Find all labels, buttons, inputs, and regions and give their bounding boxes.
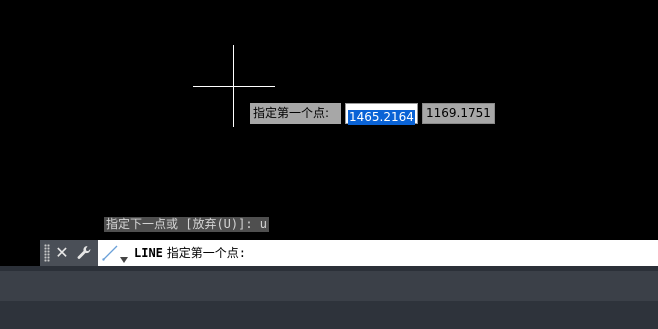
dynamic-input-x-field[interactable]: 1465.2164	[345, 103, 418, 125]
command-name: LINE	[134, 246, 163, 260]
command-input-area[interactable]: LINE 指定第一个点:	[98, 240, 658, 266]
wrench-icon[interactable]	[74, 243, 94, 263]
layout-tabs-bar	[0, 271, 658, 301]
crosshair-horizontal	[193, 86, 275, 87]
close-icon[interactable]: ✕	[54, 243, 70, 263]
status-area	[0, 266, 658, 329]
command-prompt: 指定第一个点:	[166, 246, 246, 260]
status-bar	[0, 301, 658, 329]
command-line-text[interactable]: LINE 指定第一个点:	[134, 240, 246, 266]
command-line-tools: ✕	[40, 240, 98, 266]
command-line-bar: ✕ LINE 指定第一个点:	[40, 240, 658, 266]
dynamic-input-y-field[interactable]: 1169.1751	[422, 103, 495, 124]
crosshair-vertical	[233, 45, 234, 127]
grip-icon[interactable]	[44, 244, 50, 262]
drawing-canvas[interactable]: 指定第一个点: 1465.2164 1169.1751 指定下一点或 [放弃(U…	[0, 0, 658, 240]
command-history-line: 指定下一点或 [放弃(U)]: u	[104, 217, 270, 232]
dynamic-input-x-value[interactable]: 1465.2164	[348, 110, 415, 125]
line-command-icon	[101, 244, 119, 262]
dynamic-input-prompt: 指定第一个点:	[250, 103, 341, 124]
dropdown-arrow-icon[interactable]	[119, 249, 129, 263]
